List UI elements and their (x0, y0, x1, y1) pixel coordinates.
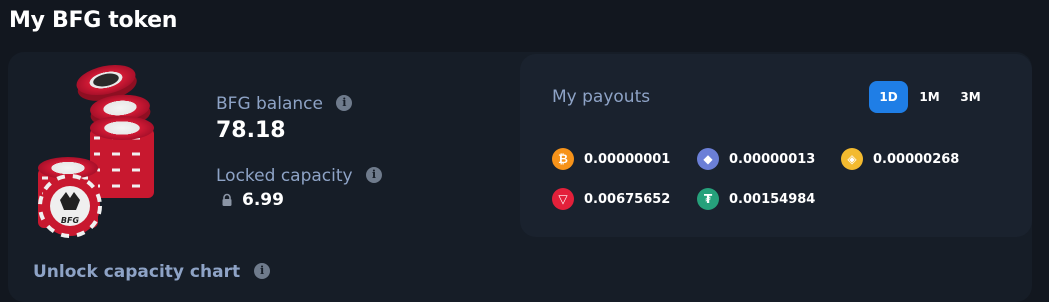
svg-text:BFG: BFG (61, 216, 80, 225)
tab-3m[interactable]: 3M (951, 81, 990, 113)
payouts-title: My payouts (552, 87, 651, 107)
payout-coin-bitcoin: ₿ 0.00000001 (552, 148, 670, 170)
payout-amount: 0.00000013 (729, 151, 816, 167)
payout-amount: 0.00000001 (584, 151, 671, 167)
bitcoin-icon: ₿ (552, 148, 574, 170)
tron-icon: ▽ (552, 188, 574, 210)
unlock-capacity-chart-label: Unlock capacity chart i (33, 262, 271, 282)
payouts-panel: My payouts 1D 1M 3M ₿ 0.00000001 ◆ 0.000… (520, 54, 1032, 237)
locked-capacity-value: 6.99 (220, 190, 284, 210)
bfg-balance-label: BFG balance i (216, 94, 353, 114)
locked-capacity-label-text: Locked capacity (216, 166, 353, 186)
payout-amount: 0.00000268 (873, 151, 960, 167)
bfg-balance-label-text: BFG balance (216, 94, 323, 114)
payout-coin-bnb: ◈ 0.00000268 (841, 148, 959, 170)
unlock-capacity-chart-label-text: Unlock capacity chart (33, 262, 241, 282)
bfg-balance-value: 78.18 (216, 118, 286, 143)
tether-icon: ₮ (697, 188, 719, 210)
payout-coin-ethereum: ◆ 0.00000013 (697, 148, 815, 170)
bfg-chips-illustration: BFG (38, 64, 154, 238)
bnb-icon: ◈ (841, 148, 863, 170)
page-title: My BFG token (9, 8, 178, 33)
period-tabs: 1D 1M 3M (869, 81, 992, 113)
payout-coin-tron: ▽ 0.00675652 (552, 188, 670, 210)
bfg-chip-front: BFG (38, 174, 102, 238)
tab-1m[interactable]: 1M (910, 81, 949, 113)
locked-capacity-value-text: 6.99 (242, 190, 284, 210)
ethereum-icon: ◆ (697, 148, 719, 170)
info-icon[interactable]: i (254, 263, 271, 279)
lock-icon (222, 193, 232, 206)
info-icon[interactable]: i (366, 167, 382, 183)
info-icon[interactable]: i (336, 95, 353, 111)
locked-capacity-label: Locked capacity i (216, 166, 382, 186)
tab-1d[interactable]: 1D (869, 81, 908, 113)
payout-coin-tether: ₮ 0.00154984 (697, 188, 815, 210)
payout-amount: 0.00675652 (584, 191, 671, 207)
payout-amount: 0.00154984 (729, 191, 816, 207)
